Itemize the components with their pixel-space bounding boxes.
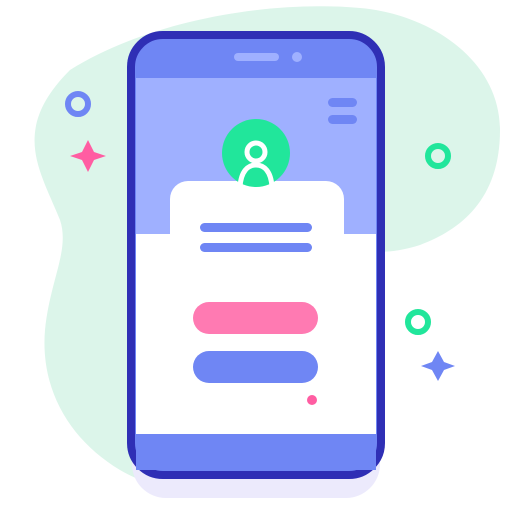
secondary-action-button[interactable] [193, 351, 318, 383]
text-line-2 [200, 243, 312, 252]
sparkle-blue-icon [421, 351, 455, 381]
hamburger-menu-line-2[interactable] [328, 115, 357, 124]
ring-green-bottom-icon [405, 309, 431, 335]
smartphone-login-illustration [0, 0, 512, 512]
primary-action-button[interactable] [193, 302, 318, 334]
user-avatar-icon [222, 119, 290, 187]
phone-camera [292, 52, 302, 62]
illustration-canvas [34, 6, 500, 498]
screen-footer [136, 434, 376, 470]
phone-speaker [234, 53, 279, 61]
text-line-1 [200, 223, 312, 232]
status-dot [307, 395, 317, 405]
hamburger-menu-line-1[interactable] [328, 98, 357, 107]
